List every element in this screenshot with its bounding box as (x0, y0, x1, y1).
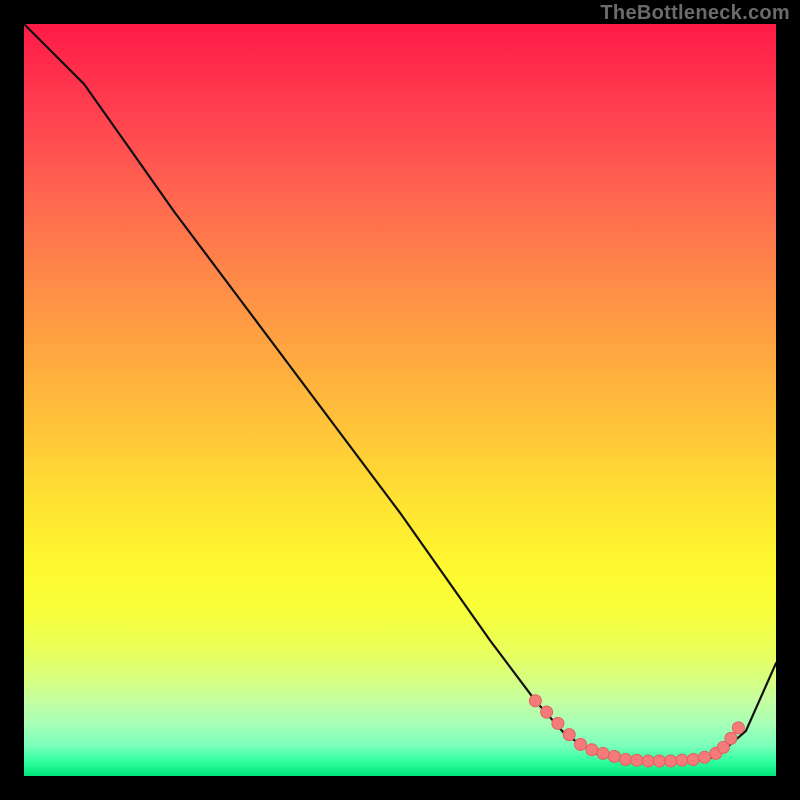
gradient-plot-area (24, 24, 776, 776)
chart-container: TheBottleneck.com (0, 0, 800, 800)
attribution-label: TheBottleneck.com (600, 2, 790, 25)
